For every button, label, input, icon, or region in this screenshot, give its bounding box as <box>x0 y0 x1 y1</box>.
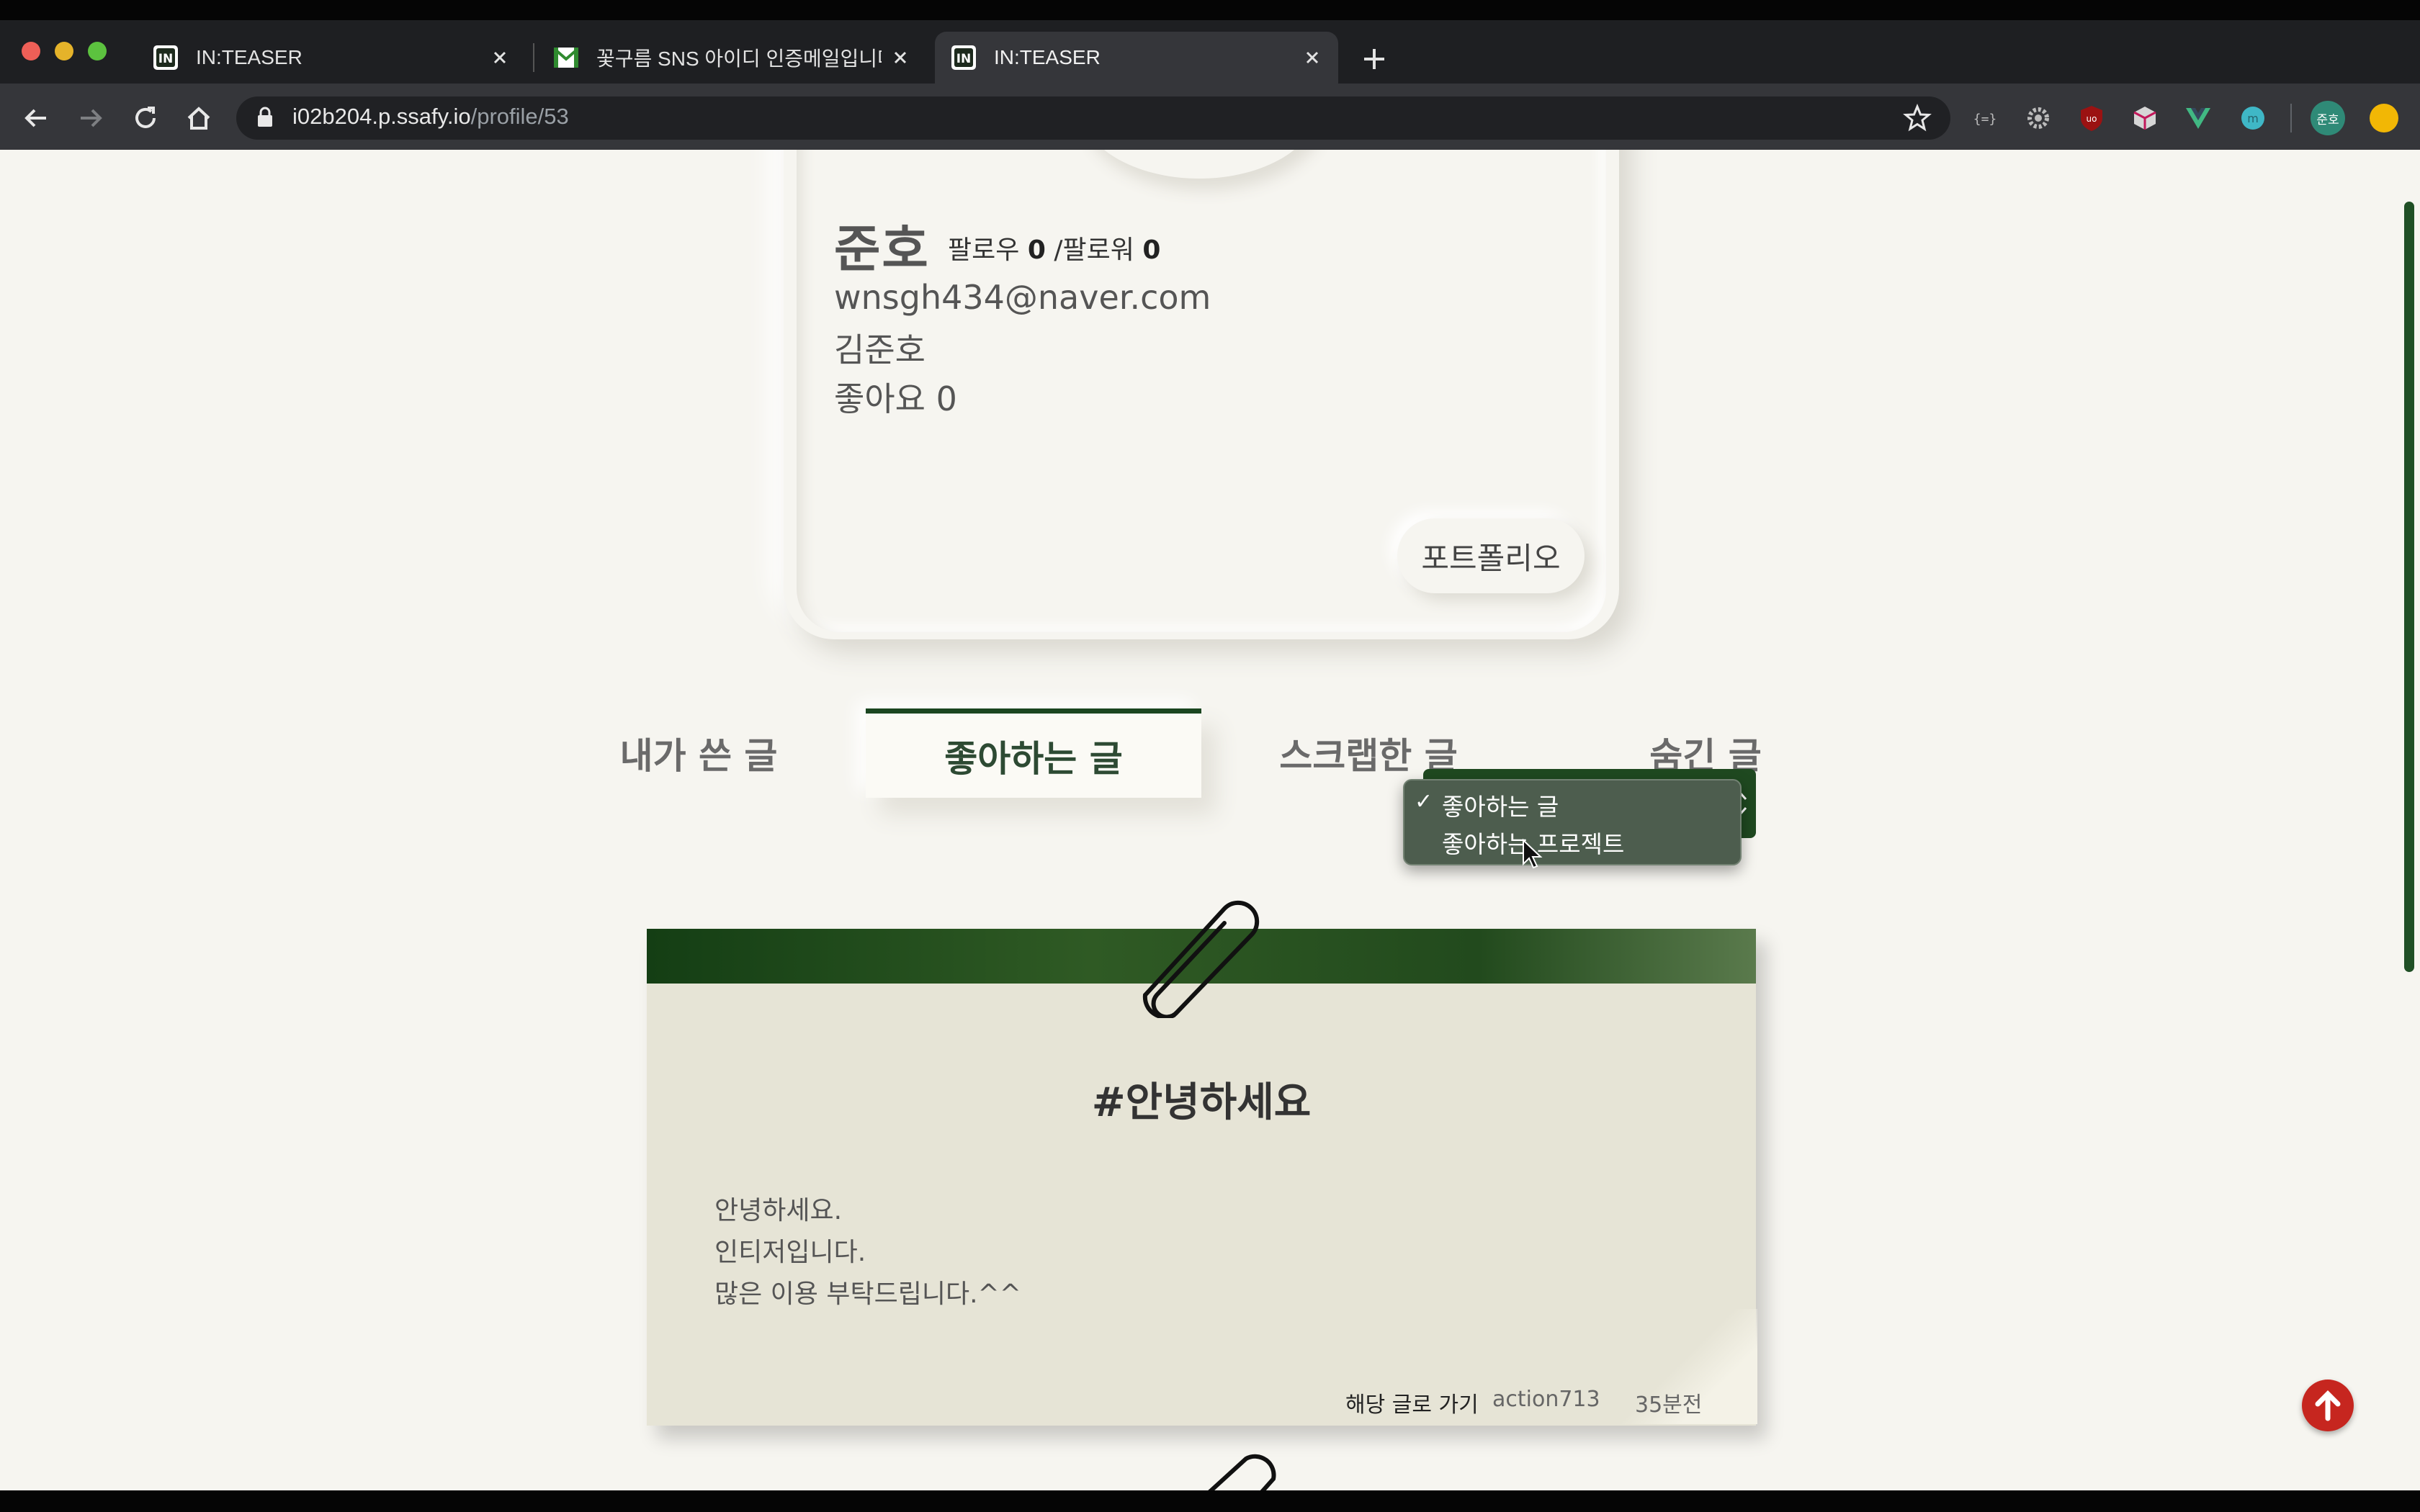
go-to-post-link[interactable]: 해당 글로 가기 <box>1345 1387 1479 1418</box>
svg-text:uo: uo <box>2087 114 2097 124</box>
dropdown-option-liked-posts[interactable]: 좋아하는 글 <box>1442 788 1559 822</box>
follower-count: 0 <box>1142 235 1161 265</box>
svg-text:IN: IN <box>158 52 174 66</box>
scroll-to-top-button[interactable] <box>2302 1380 2354 1431</box>
mouse-cursor-icon <box>1523 838 1543 869</box>
follow-count: 0 <box>1027 235 1046 265</box>
gear-extension-icon[interactable] <box>2024 104 2053 132</box>
post-author[interactable]: action713 <box>1492 1387 1600 1412</box>
post-body-line: 안녕하세요. <box>714 1196 843 1225</box>
post-body-line: 인티저입니다. <box>714 1238 866 1267</box>
lock-icon <box>258 107 272 127</box>
page-viewport: 준호 팔로우 0 /팔로워 0 wnsgh434@naver.com 김준호 좋… <box>0 150 2420 1490</box>
portfolio-button[interactable]: 포트폴리오 <box>1397 518 1585 593</box>
browser-tab[interactable]: IN IN:TEASER <box>137 32 526 84</box>
tab-title: IN:TEASER <box>994 46 1101 68</box>
svg-text:m: m <box>2247 112 2259 125</box>
follower-label: 팔로워 <box>1062 235 1134 265</box>
window-minimize-button[interactable] <box>55 42 73 60</box>
checkmark-icon: ✓ <box>1415 789 1433 814</box>
url-text[interactable]: i02b204.p.ssafy.io/profile/53 <box>292 104 569 130</box>
close-icon[interactable] <box>890 48 910 68</box>
url-path: /profile/53 <box>470 104 569 129</box>
svg-text:IN: IN <box>956 52 972 66</box>
filter-dropdown-menu: ✓ 좋아하는 글 좋아하는 프로젝트 <box>1403 779 1742 865</box>
back-icon[interactable] <box>20 102 52 134</box>
follow-stats[interactable]: 팔로우 0 /팔로워 0 <box>948 229 1160 266</box>
extension-icon[interactable] <box>2370 104 2398 132</box>
follow-separator: / <box>1054 235 1063 265</box>
post-timestamp: 35분전 <box>1635 1392 1703 1418</box>
json-formatter-extension-icon[interactable]: {=} <box>1971 104 1999 132</box>
follow-label: 팔로우 <box>948 235 1020 265</box>
circle-extension-icon[interactable]: m <box>2238 104 2267 132</box>
ublock-extension-icon[interactable]: uo <box>2077 104 2106 132</box>
close-icon[interactable] <box>490 48 510 68</box>
cube-extension-icon[interactable] <box>2130 104 2159 132</box>
browser-profile-avatar[interactable]: 준호 <box>2311 101 2345 135</box>
menu-bar <box>0 0 2420 20</box>
url-host: i02b204.p.ssafy.io <box>292 104 471 129</box>
arrow-up-icon <box>2315 1390 2341 1421</box>
tab-liked-posts[interactable]: 좋아하는 글 <box>866 708 1201 798</box>
scrollbar-thumb[interactable] <box>2404 202 2414 972</box>
browser-tab-active[interactable]: IN IN:TEASER <box>935 32 1338 84</box>
browser-tab[interactable]: 꽃구름 SNS 아이디 인증메일입니다. <box>537 32 926 84</box>
toolbar-divider <box>2290 104 2292 132</box>
close-icon[interactable] <box>1302 48 1322 68</box>
svg-text:{=}: {=} <box>1973 112 1997 127</box>
tab-my-posts[interactable]: 내가 쓴 글 <box>547 708 850 798</box>
post-title: #안녕하세요 <box>1091 1079 1312 1126</box>
forward-icon[interactable] <box>75 102 107 134</box>
tab-title: 꽃구름 SNS 아이디 인증메일입니다. <box>596 48 882 70</box>
window-close-button[interactable] <box>22 42 40 60</box>
window-maximize-button[interactable] <box>88 42 107 60</box>
gmail-icon <box>554 48 578 68</box>
post-body-line: 많은 이용 부탁드립니다.^^ <box>714 1279 1021 1309</box>
reload-icon[interactable] <box>130 102 161 134</box>
screen-bottom-edge <box>0 1490 2420 1512</box>
paperclip-icon <box>1142 900 1260 1018</box>
profile-likes: 좋아요 0 <box>834 379 957 418</box>
new-tab-icon[interactable] <box>1358 43 1390 75</box>
inteaser-logo-icon: IN <box>951 45 976 70</box>
profile-nickname: 준호 <box>834 220 930 279</box>
vue-devtools-icon[interactable] <box>2184 104 2213 132</box>
inteaser-logo-icon: IN <box>153 45 178 70</box>
tab-title: IN:TEASER <box>196 46 302 68</box>
profile-name: 김준호 <box>834 330 926 369</box>
bookmark-star-icon[interactable] <box>1903 104 1932 132</box>
paperclip-icon <box>1208 1454 1276 1490</box>
home-icon[interactable] <box>183 102 215 134</box>
tab-divider <box>533 43 534 72</box>
profile-email: wnsgh434@naver.com <box>834 278 1211 317</box>
